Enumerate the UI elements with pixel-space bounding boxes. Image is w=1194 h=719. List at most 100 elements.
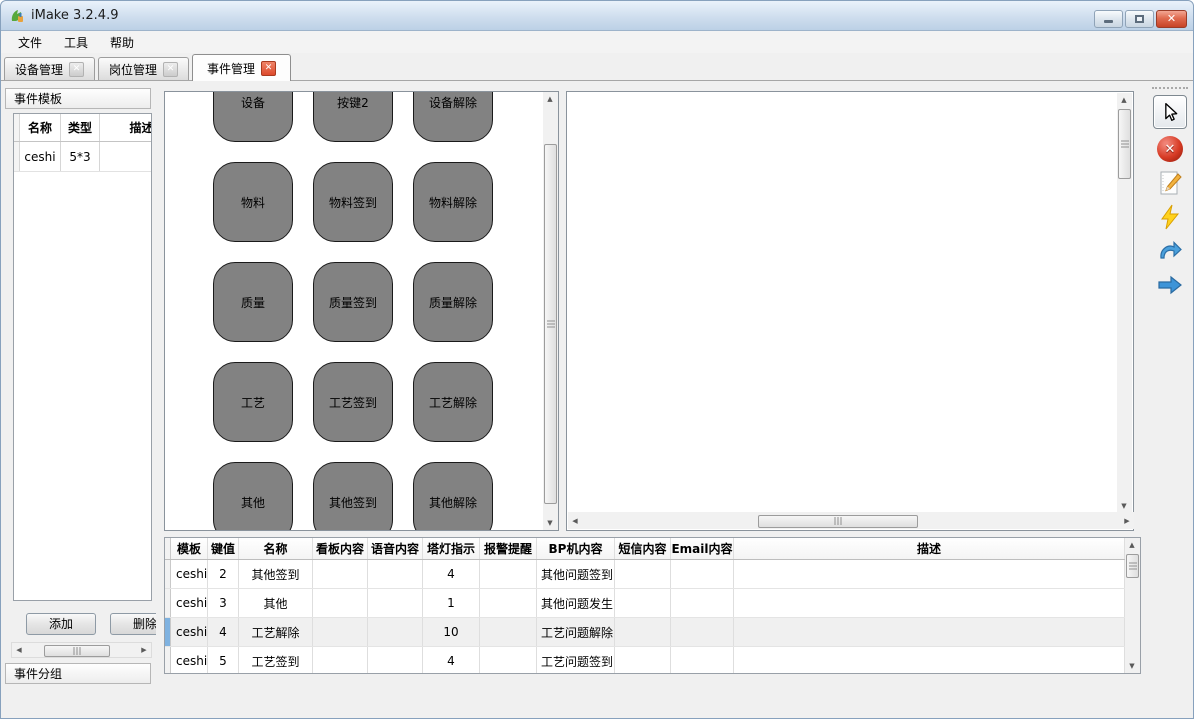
template-row[interactable]: ceshi 5*3 [14,142,151,172]
menu-file[interactable]: 文件 [7,31,53,54]
tab-close-icon[interactable]: ✕ [261,61,276,76]
event-table-row[interactable]: ceshi3其他1其他问题发生 [165,589,1125,618]
event-templates-header[interactable]: 事件模板 [5,88,151,109]
tab-close-icon[interactable]: ✕ [163,62,178,77]
scroll-right-icon[interactable]: ▶ [137,643,151,657]
event-button[interactable]: 设备 [213,92,293,142]
delete-button[interactable]: 删除 [110,613,156,635]
column-header[interactable]: 报警提醒 [480,538,537,559]
forward-tool-button[interactable] [1156,271,1184,299]
column-header-type[interactable]: 类型 [61,114,100,141]
toolbar-grip[interactable] [1152,87,1188,89]
event-button[interactable]: 工艺签到 [313,362,393,442]
edit-tool-button[interactable] [1156,169,1184,197]
event-table-row[interactable]: ceshi2其他签到4其他问题签到 [165,560,1125,589]
app-icon [9,8,25,24]
column-header[interactable]: 描述 [734,538,1125,559]
menu-tools[interactable]: 工具 [53,31,99,54]
design-vertical-scrollbar[interactable]: ▲ ▼ [1117,93,1132,513]
tab-event-management[interactable]: 事件管理 ✕ [192,54,291,81]
column-header[interactable]: 短信内容 [615,538,671,559]
edit-icon [1157,170,1183,196]
scrollbar-thumb[interactable] [758,515,918,528]
column-header[interactable]: 语音内容 [368,538,423,559]
event-button[interactable]: 物料签到 [313,162,393,242]
event-groups-header[interactable]: 事件分组 [5,663,151,684]
cell: 4 [423,647,480,674]
scrollbar-thumb[interactable] [544,144,557,504]
design-canvas[interactable]: ▲ ▼ ◀ ▶ [566,91,1134,531]
event-button[interactable]: 设备解除 [413,92,493,142]
cell [615,647,671,674]
table-vertical-scrollbar[interactable]: ▲ ▼ [1125,538,1140,673]
scroll-down-icon[interactable]: ▼ [1125,659,1139,673]
event-button[interactable]: 质量 [213,262,293,342]
event-button[interactable]: 其他签到 [313,462,393,530]
event-table: 模板键值名称看板内容语音内容塔灯指示报警提醒BP机内容短信内容Email内容描述… [164,537,1141,674]
column-header[interactable]: 塔灯指示 [423,538,480,559]
tab-close-icon[interactable]: ✕ [69,62,84,77]
event-button[interactable]: 物料 [213,162,293,242]
scroll-down-icon[interactable]: ▼ [1117,499,1131,513]
column-header[interactable]: 模板 [171,538,208,559]
cell: 工艺问题解除 [537,618,615,646]
event-button[interactable]: 工艺解除 [413,362,493,442]
event-button[interactable]: 其他解除 [413,462,493,530]
column-header[interactable]: 看板内容 [313,538,368,559]
scroll-right-icon[interactable]: ▶ [1120,514,1134,528]
scroll-left-icon[interactable]: ◀ [12,643,26,657]
event-button[interactable]: 其他 [213,462,293,530]
redo-tool-button[interactable] [1156,237,1184,265]
column-header[interactable]: 键值 [208,538,239,559]
cell [368,560,423,588]
maximize-button[interactable] [1125,10,1154,28]
scrollbar-thumb[interactable] [1126,554,1139,578]
menu-help[interactable]: 帮助 [99,31,145,54]
scrollbar-thumb[interactable] [1118,109,1131,179]
scroll-down-icon[interactable]: ▼ [543,516,557,530]
event-button[interactable]: 按键2 [313,92,393,142]
cell [671,589,734,617]
sidebar-horizontal-scrollbar[interactable]: ◀ ▶ [11,642,152,658]
minimize-icon [1104,20,1113,23]
lightning-icon [1159,204,1181,230]
minimize-button[interactable] [1094,10,1123,28]
cell: 10 [423,618,480,646]
event-button[interactable]: 质量签到 [313,262,393,342]
canvas-vertical-scrollbar[interactable]: ▲ ▼ [543,92,558,530]
cell [734,618,1125,646]
scroll-up-icon[interactable]: ▲ [1117,93,1131,107]
close-button[interactable]: ✕ [1156,10,1187,28]
cell: 1 [423,589,480,617]
column-header[interactable]: 名称 [239,538,313,559]
column-header[interactable]: Email内容 [671,538,734,559]
cell: 其他 [239,589,313,617]
cell: ceshi [171,647,208,674]
template-type: 5*3 [61,142,100,171]
column-header-desc[interactable]: 描述 [100,114,152,141]
trigger-tool-button[interactable] [1156,203,1184,231]
add-button[interactable]: 添加 [26,613,96,635]
event-button[interactable]: 质量解除 [413,262,493,342]
tab-label: 事件管理 [207,60,255,77]
title-bar[interactable]: iMake 3.2.4.9 ✕ [1,1,1193,31]
tab-label: 设备管理 [15,61,63,78]
select-tool-button[interactable] [1153,95,1187,129]
delete-tool-button[interactable]: ✕ [1156,135,1184,163]
scroll-left-icon[interactable]: ◀ [568,514,582,528]
event-table-row[interactable]: ceshi5工艺签到4工艺问题签到 [165,647,1125,674]
event-table-row[interactable]: ceshi4工艺解除10工艺问题解除 [165,618,1125,647]
design-horizontal-scrollbar[interactable]: ◀ ▶ [568,512,1134,529]
tool-palette: ✕ [1147,85,1193,345]
tab-position-management[interactable]: 岗位管理 ✕ [98,57,189,80]
tab-device-management[interactable]: 设备管理 ✕ [4,57,95,80]
event-button[interactable]: 工艺 [213,362,293,442]
scroll-up-icon[interactable]: ▲ [1125,538,1139,552]
cell: 4 [208,618,239,646]
scrollbar-thumb[interactable] [44,645,110,657]
scroll-up-icon[interactable]: ▲ [543,92,557,106]
cell [671,618,734,646]
event-button[interactable]: 物料解除 [413,162,493,242]
column-header[interactable]: BP机内容 [537,538,615,559]
column-header-name[interactable]: 名称 [20,114,61,141]
